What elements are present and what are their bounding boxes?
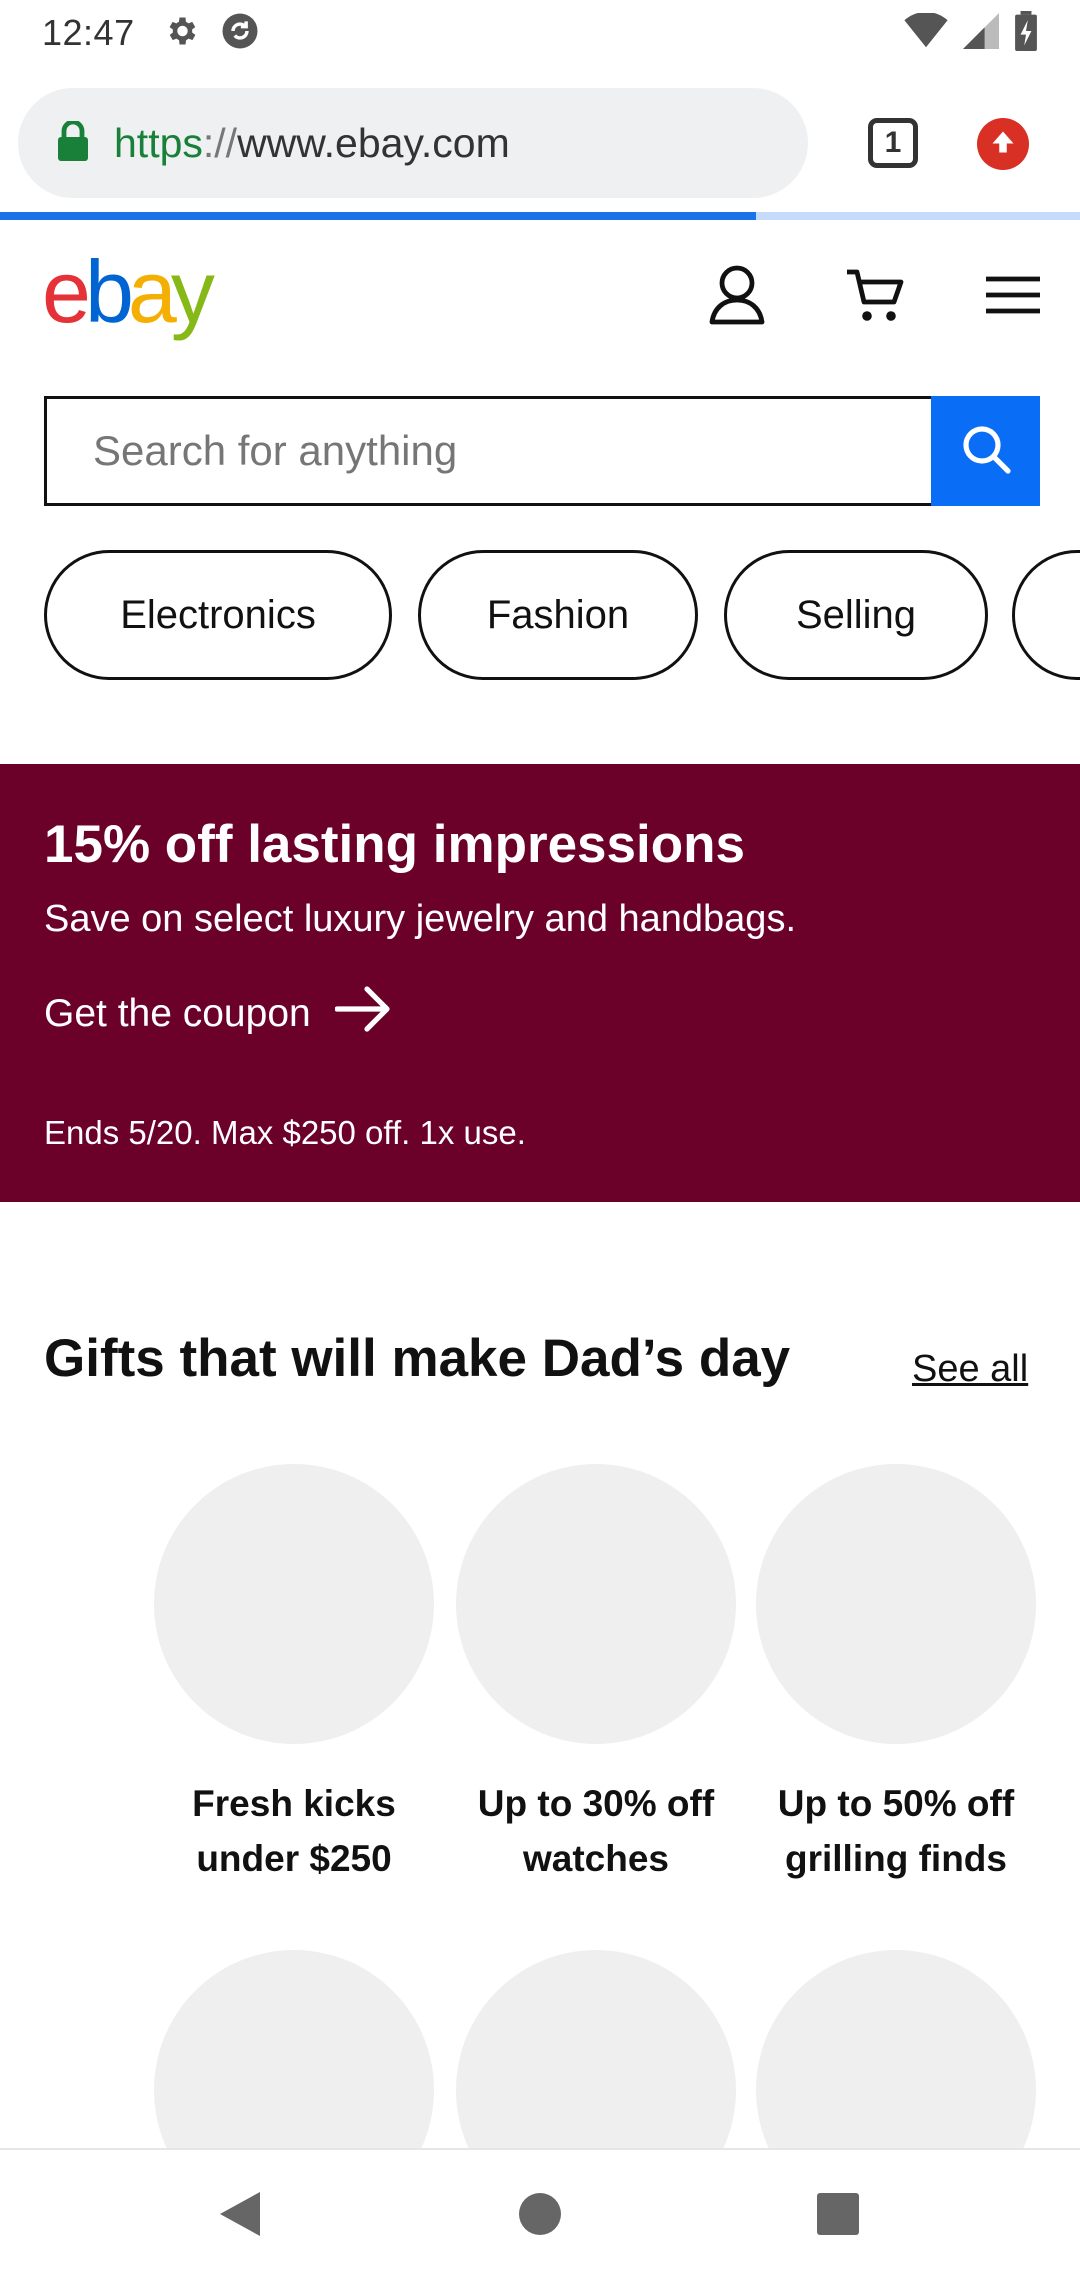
status-time: 12:47 [42,12,135,53]
status-right-icons [904,10,1038,56]
search-button[interactable] [931,396,1040,506]
promo-cta-label: Get the coupon [44,992,311,1035]
section-title: Gifts that will make Dad’s day [44,1329,791,1388]
see-all-link[interactable]: See all [912,1348,1028,1391]
logo-letter-a: a [127,242,177,341]
search-icon [961,424,1011,479]
promo-subtitle: Save on select luxury jewelry and handba… [44,898,797,940]
page-load-progress [0,212,1080,220]
recents-square-icon [817,2192,859,2240]
url-bar[interactable]: https://www.ebay.com [18,88,808,198]
promo-cta-link[interactable]: Get the coupon [44,986,393,1042]
gift-category-item[interactable]: Up to 50% off grilling finds [756,1464,1036,1886]
gift-category-label-line: Up to 50% off [777,1783,1015,1824]
category-pill-selling[interactable]: Selling [724,550,988,680]
gift-category-label: Up to 50% off grilling finds [756,1776,1036,1886]
settings-icon [163,13,199,54]
promo-banner[interactable]: 15% off lasting impressions Save on sele… [0,764,1080,1202]
cart-button[interactable] [840,262,910,332]
back-triangle-icon [218,2190,262,2243]
home-circle-icon [518,2192,562,2241]
category-pills: Electronics Fashion Selling [44,550,1080,682]
ebay-logo[interactable]: ebay [42,248,215,336]
gift-category-label: Fresh kicks under $250 [154,1776,434,1886]
arrow-right-icon [334,986,393,1042]
gift-category-label-line: grilling finds [785,1838,1007,1879]
gift-category-label-line: under $250 [196,1838,392,1879]
promo-title: 15% off lasting impressions [44,815,745,874]
cart-icon [845,266,905,329]
home-button[interactable] [508,2184,572,2248]
battery-icon [1014,10,1038,56]
chrome-update-button[interactable] [977,118,1029,170]
account-button[interactable] [702,262,772,332]
url-host: www.ebay.com [237,119,510,166]
gift-category-image [154,1464,434,1744]
menu-icon [986,275,1040,320]
search-input[interactable] [44,396,931,506]
gift-category-label: Up to 30% off watches [456,1776,736,1886]
gift-category-label-line: watches [522,1838,669,1879]
account-icon [709,265,765,330]
gift-category-label-line: Fresh kicks [192,1783,396,1824]
tab-switcher-button[interactable]: 1 [868,118,918,168]
browser-toolbar: https://www.ebay.com 1 [0,66,1080,216]
url-text: https://www.ebay.com [114,120,510,167]
lock-icon [58,119,88,166]
cell-signal-icon [962,12,1000,54]
wifi-icon [904,11,948,54]
gift-category-label-line: Up to 30% off [477,1783,715,1824]
url-scheme: https [114,119,203,166]
recents-button[interactable] [806,2184,870,2248]
gift-category-image [756,1464,1036,1744]
arrow-up-icon [988,127,1018,162]
logo-letter-e: e [42,242,91,341]
promo-terms: Ends 5/20. Max $250 off. 1x use. [44,1114,526,1151]
logo-letter-b: b [84,242,134,341]
gift-category-item[interactable]: Fresh kicks under $250 [154,1464,434,1886]
gift-category-image [456,1464,736,1744]
back-button[interactable] [208,2184,272,2248]
menu-button[interactable] [978,262,1048,332]
logo-letter-y: y [170,242,215,341]
category-pill-fashion[interactable]: Fashion [418,550,698,680]
sync-icon [219,10,261,57]
system-navigation-bar [0,2148,1080,2280]
url-separator: :// [202,119,238,166]
category-pill-more[interactable] [1012,550,1080,680]
ebay-home-screen: 12:47 https://www.ebay.com 1 ebay Search… [0,0,1080,2280]
category-pill-electronics[interactable]: Electronics [44,550,392,680]
search-bar [44,396,1040,506]
site-header: ebay [0,220,1080,370]
status-left-icons [163,10,261,57]
gift-category-item[interactable]: Up to 30% off watches [456,1464,736,1886]
status-bar: 12:47 [0,0,1080,66]
page-load-progress-fill [0,212,756,220]
